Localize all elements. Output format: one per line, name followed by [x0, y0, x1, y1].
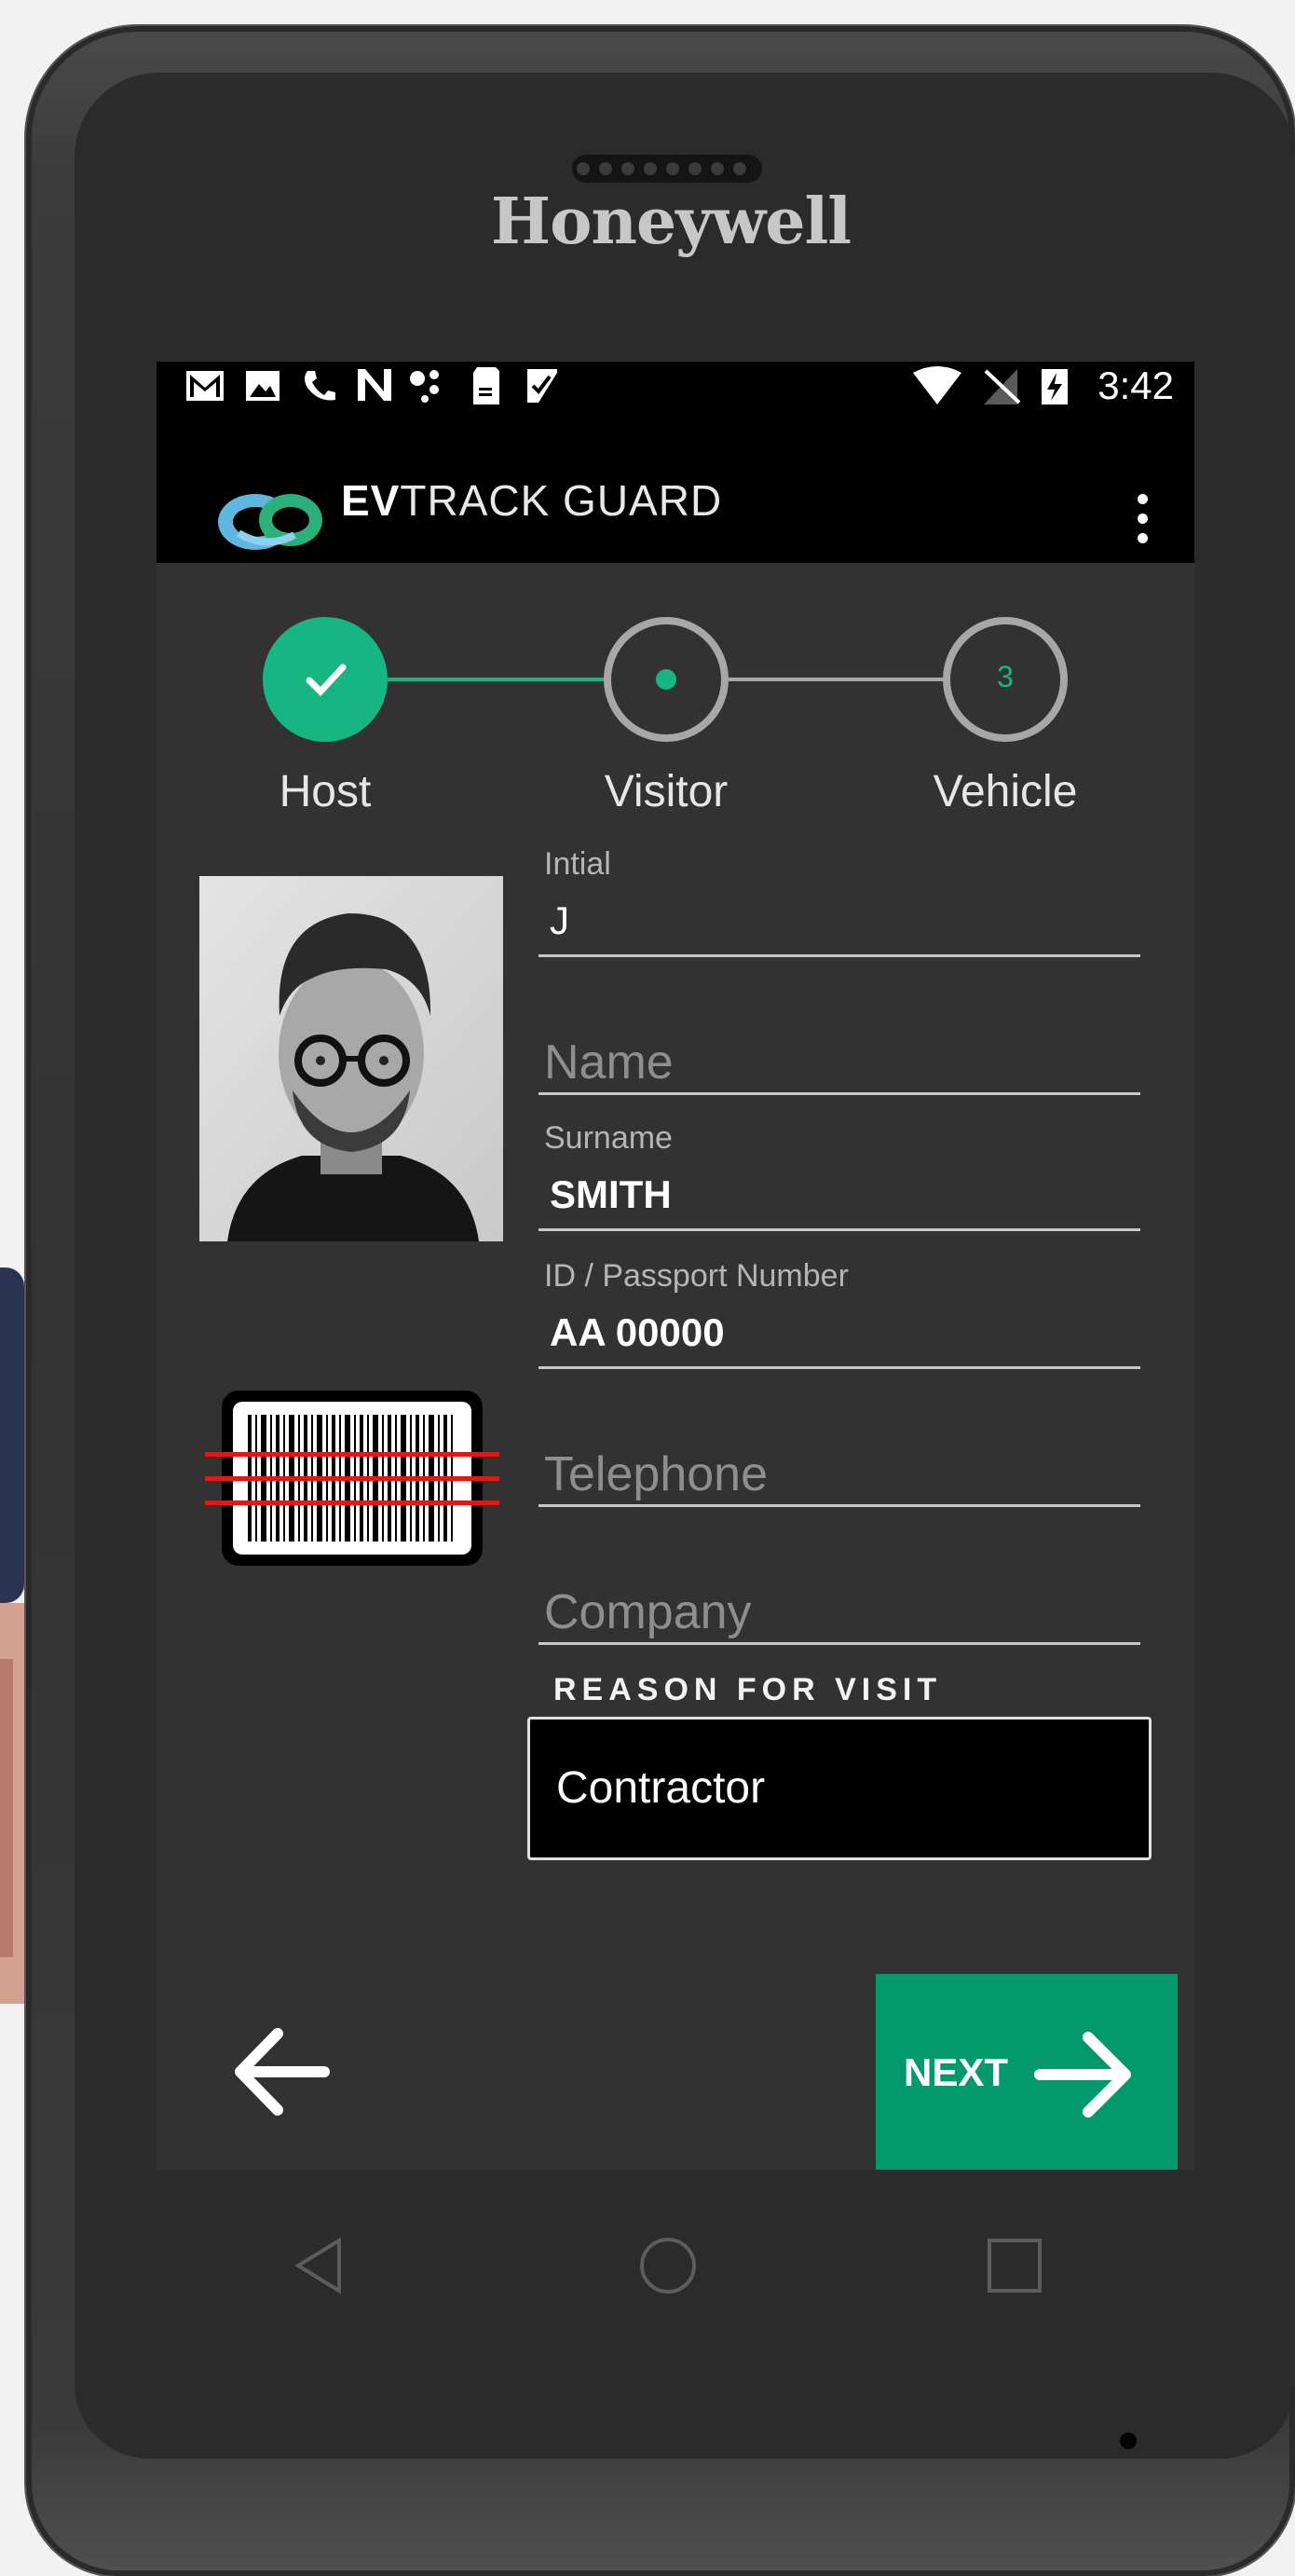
id-number-label: ID / Passport Number — [544, 1258, 849, 1294]
step-visitor-label: Visitor — [604, 767, 729, 816]
initial-label: Intial — [544, 846, 611, 882]
app-title: EVTRACK GUARD — [341, 476, 723, 525]
step-connector-done — [388, 678, 604, 681]
evtrack-logo-icon — [218, 494, 322, 550]
home-circle-icon[interactable] — [635, 2233, 701, 2298]
step-vehicle-indicator[interactable]: 3 — [943, 617, 1068, 742]
name-underline — [538, 1092, 1140, 1095]
barcode-scan-icon[interactable] — [205, 1387, 499, 1569]
app-screen: 3:42 EVTRACK GUARD 3 Host Visitor Vehicl… — [157, 362, 1194, 2170]
surname-label: Surname — [544, 1120, 673, 1156]
image-icon — [246, 371, 279, 401]
background-sleeve — [0, 1267, 24, 1603]
background-finger — [0, 1659, 13, 1957]
surname-input[interactable]: SMITH — [550, 1172, 672, 1217]
dot-icon — [656, 669, 676, 690]
step-visitor-indicator[interactable] — [604, 617, 729, 742]
check-icon — [306, 664, 347, 697]
telephone-input[interactable]: Telephone — [544, 1446, 768, 1502]
back-triangle-icon[interactable] — [287, 2233, 352, 2298]
recents-square-icon[interactable] — [982, 2233, 1047, 2298]
step-host-label: Host — [279, 767, 372, 816]
app-bar: EVTRACK GUARD — [157, 410, 1194, 563]
arrow-right-icon — [1034, 2032, 1131, 2117]
reason-value: Contractor — [556, 1763, 766, 1813]
step-connector-pending — [729, 678, 943, 681]
more-vert-icon[interactable] — [1135, 494, 1150, 550]
device-brand: Honeywell — [490, 185, 852, 259]
surname-underline — [538, 1228, 1140, 1231]
initial-input[interactable]: J — [550, 898, 569, 943]
company-input[interactable]: Company — [544, 1584, 752, 1640]
company-underline — [538, 1642, 1140, 1645]
gmail-icon — [186, 371, 224, 401]
battery-charging-icon — [1042, 369, 1068, 404]
id-number-input[interactable]: AA 00000 — [550, 1310, 725, 1355]
visitor-photo[interactable] — [199, 876, 503, 1241]
dots-icon — [410, 370, 439, 403]
next-button-label: NEXT — [904, 2050, 1009, 2094]
check-clipboard-icon — [527, 369, 557, 403]
no-signal-icon — [984, 369, 1021, 404]
status-time: 3:42 — [1097, 363, 1174, 407]
microphone-hole — [1120, 2432, 1137, 2449]
step-host-indicator[interactable] — [263, 617, 388, 742]
wifi-icon — [913, 366, 961, 404]
sd-card-icon — [473, 367, 499, 404]
telephone-underline — [538, 1504, 1140, 1507]
reason-label: REASON FOR VISIT — [553, 1672, 943, 1707]
initial-underline — [538, 954, 1140, 957]
reason-select[interactable]: Contractor — [527, 1717, 1152, 1860]
name-input[interactable]: Name — [544, 1035, 674, 1090]
arrow-left-icon[interactable] — [231, 2021, 334, 2123]
earpiece-speaker — [572, 155, 762, 183]
phone-icon — [305, 371, 335, 401]
n-icon — [358, 369, 391, 401]
step-vehicle-number: 3 — [997, 660, 1014, 693]
next-button[interactable]: NEXT — [876, 1974, 1178, 2170]
id-number-underline — [538, 1366, 1140, 1369]
status-bar: 3:42 — [157, 362, 1194, 410]
step-vehicle-label: Vehicle — [933, 767, 1078, 816]
